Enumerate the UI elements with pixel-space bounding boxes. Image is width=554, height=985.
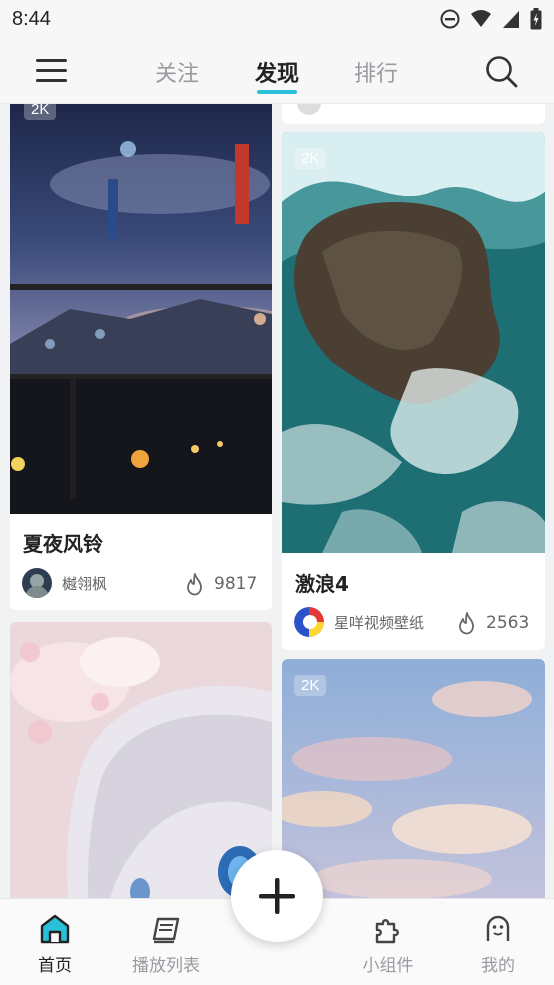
author-name: 星咩视频壁纸 bbox=[334, 613, 425, 632]
wallpaper-card-partial[interactable] bbox=[282, 104, 545, 124]
status-time: 8:44 bbox=[12, 7, 51, 30]
nav-playlist[interactable]: 播放列表 bbox=[121, 913, 211, 976]
add-button[interactable] bbox=[231, 850, 323, 942]
do-not-disturb-icon bbox=[440, 9, 460, 29]
wallpaper-card-summer-night[interactable]: 2K 夏夜风铃 樾翎枫 9817 bbox=[10, 104, 272, 610]
nav-profile[interactable]: 我的 bbox=[453, 913, 543, 976]
wallpaper-thumbnail bbox=[282, 132, 545, 553]
nav-playlist-label: 播放列表 bbox=[132, 956, 200, 976]
signal-icon bbox=[503, 11, 519, 28]
battery-icon bbox=[530, 8, 542, 30]
wallpaper-thumbnail bbox=[10, 104, 272, 514]
top-nav: 关注 发现 排行 bbox=[0, 38, 554, 104]
playlist-icon bbox=[152, 917, 180, 944]
wifi-icon bbox=[471, 10, 491, 27]
flame-icon bbox=[459, 612, 474, 635]
author-name: 樾翎枫 bbox=[62, 574, 108, 593]
nav-home[interactable]: 首页 bbox=[10, 913, 100, 976]
wallpaper-card-sky[interactable]: 2K bbox=[282, 659, 545, 898]
search-icon[interactable] bbox=[484, 54, 520, 90]
wallpaper-thumbnail bbox=[10, 622, 272, 898]
profile-face-icon bbox=[486, 915, 510, 941]
wallpaper-card-anime-girl[interactable] bbox=[10, 622, 272, 898]
tab-ranking[interactable]: 排行 bbox=[354, 56, 398, 88]
status-bar: 8:44 bbox=[0, 0, 554, 38]
nav-profile-label: 我的 bbox=[481, 956, 515, 976]
card-title: 激浪4 bbox=[295, 572, 349, 596]
flame-icon bbox=[187, 573, 202, 596]
card-title: 夏夜风铃 bbox=[23, 532, 103, 556]
home-icon bbox=[40, 914, 70, 944]
nav-widgets-label: 小组件 bbox=[362, 956, 414, 976]
resolution-badge: 2K bbox=[294, 675, 327, 696]
author-row[interactable]: 樾翎枫 bbox=[22, 568, 107, 598]
tab-discover[interactable]: 发现 bbox=[255, 56, 299, 88]
nav-home-label: 首页 bbox=[38, 956, 72, 976]
plus-icon bbox=[259, 878, 295, 914]
puzzle-icon bbox=[375, 919, 399, 944]
likes-counter[interactable]: 2563 bbox=[456, 611, 529, 635]
nav-widgets[interactable]: 小组件 bbox=[343, 913, 433, 976]
author-row[interactable]: 星咩视频壁纸 bbox=[294, 607, 424, 637]
status-icons bbox=[440, 8, 542, 30]
tab-following[interactable]: 关注 bbox=[155, 56, 199, 88]
likes-count: 9817 bbox=[214, 574, 258, 594]
avatar[interactable] bbox=[22, 568, 52, 598]
menu-icon[interactable] bbox=[36, 56, 68, 86]
wallpaper-card-waves[interactable]: 2K 激浪4 星咩视频壁纸 2563 bbox=[282, 132, 545, 650]
resolution-badge: 2K bbox=[294, 148, 327, 169]
likes-count: 2563 bbox=[486, 613, 530, 633]
avatar bbox=[297, 104, 321, 115]
avatar[interactable] bbox=[294, 607, 324, 637]
active-tab-indicator bbox=[257, 90, 297, 94]
resolution-badge: 2K bbox=[24, 104, 57, 120]
wallpaper-feed[interactable]: 2K 夏夜风铃 樾翎枫 9817 2K 激浪4 星咩视频壁纸 2563 2K bbox=[0, 104, 554, 898]
likes-counter[interactable]: 9817 bbox=[184, 572, 257, 596]
